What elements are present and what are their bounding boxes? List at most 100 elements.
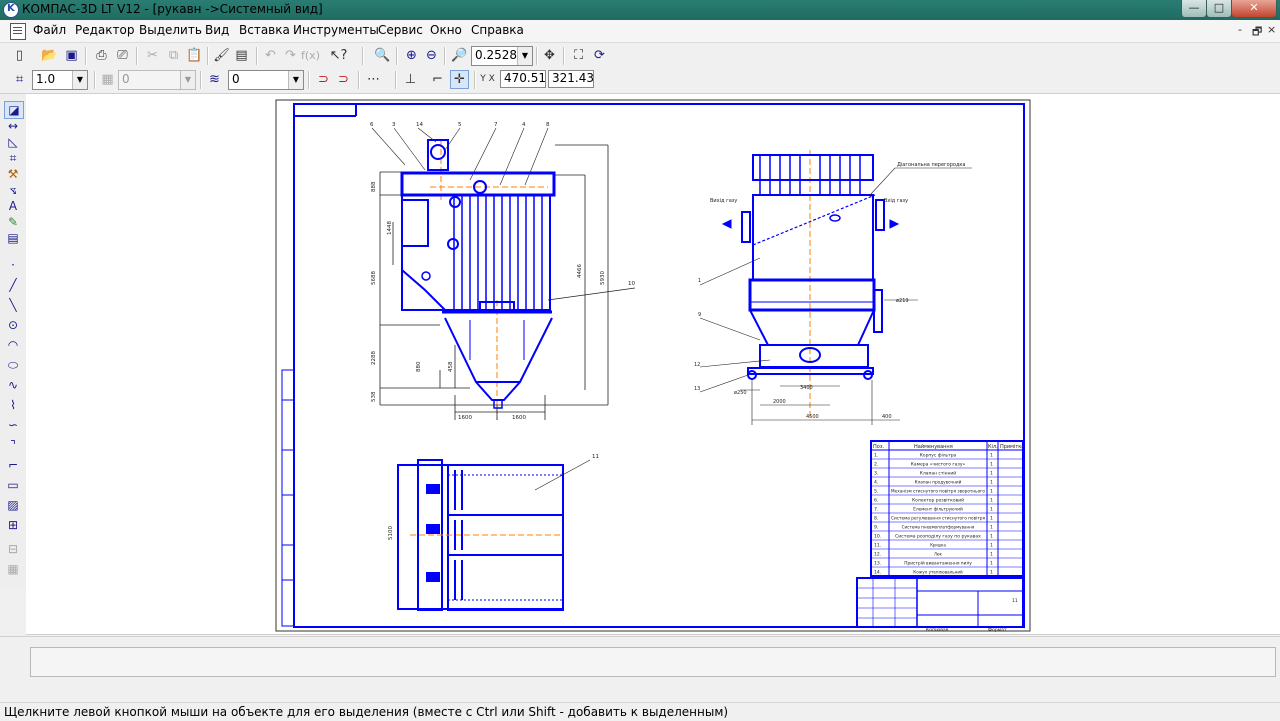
arc-tool-icon[interactable]: ◠ <box>4 337 22 353</box>
spec-panel-icon[interactable]: ✎ <box>4 214 22 230</box>
ellipse-tool-icon[interactable]: ⬭ <box>4 357 22 373</box>
zoom-dropdown-arrow[interactable]: ▼ <box>517 47 532 65</box>
function-icon[interactable]: f(x) <box>301 46 320 65</box>
zoom-out-icon[interactable]: ⊖ <box>422 46 441 65</box>
point-tool-icon[interactable]: · <box>4 257 22 273</box>
show-all-icon[interactable]: ⛶ <box>569 46 588 65</box>
undo-icon[interactable]: ↶ <box>261 46 280 65</box>
layers-icon[interactable]: ≋ <box>205 70 224 89</box>
step-cursor-icon[interactable]: ⌗ <box>10 70 29 89</box>
nurbs-tool-icon[interactable]: ∽ <box>4 417 22 433</box>
coord-y-field[interactable]: 321.43 <box>548 70 594 88</box>
zoom-combo[interactable]: 0.2528 ▼ <box>471 46 533 66</box>
bom-row-position: 10. <box>874 534 881 540</box>
auxiliary-line-icon[interactable]: ╱ <box>4 277 22 293</box>
callout-4: 4 <box>522 122 526 128</box>
edit-panel-icon[interactable]: ⌗ <box>4 150 22 166</box>
fillet-tool-icon[interactable]: ⌐ <box>4 457 22 473</box>
local-snap-icon[interactable]: ⊃ <box>334 70 353 89</box>
print-icon[interactable]: ⎚ <box>113 46 132 65</box>
open-folder-icon[interactable]: 📂 <box>40 46 59 65</box>
menu-insert[interactable]: Вставка <box>239 23 290 37</box>
reports-panel-icon[interactable]: ▤ <box>4 230 22 246</box>
hatch-tool-icon[interactable]: ▨ <box>4 497 22 513</box>
geometry-panel-icon[interactable]: ◪ <box>4 101 24 119</box>
context-help-icon[interactable]: ↖? <box>329 46 348 65</box>
menu-window[interactable]: Окно <box>430 23 462 37</box>
state-dropdown-arrow[interactable]: ▼ <box>180 71 195 89</box>
bom-row-name: Механізм стиснутого повітря зворотнього <box>891 489 985 495</box>
local-cs-icon[interactable]: ⊥ <box>401 70 420 89</box>
contour-tool-icon[interactable]: ⊞ <box>4 517 22 533</box>
paste-icon[interactable]: 📋 <box>185 46 204 65</box>
menu-view[interactable]: Вид <box>205 23 229 37</box>
bom-row-name: Клапан стінний <box>920 470 956 477</box>
properties-field[interactable] <box>30 647 1276 677</box>
round-coords-icon[interactable]: ✛ <box>450 70 469 89</box>
menu-select[interactable]: Выделить <box>139 23 202 37</box>
minimize-button[interactable]: — <box>1181 0 1207 18</box>
bom-row-position: 7. <box>874 507 878 513</box>
bom-row-qty: 1 <box>990 471 993 477</box>
mdi-close-button[interactable]: × <box>1267 23 1276 36</box>
bom-row-name: Люк <box>934 552 942 558</box>
copy-icon[interactable]: ⧉ <box>164 46 183 65</box>
line-scale-combo[interactable]: 1.0 ▼ <box>32 70 88 90</box>
designations-panel-icon[interactable]: ◺ <box>4 134 22 150</box>
svg-text:5930: 5930 <box>600 271 606 285</box>
circle-tool-icon[interactable]: ⊙ <box>4 317 22 333</box>
menu-tools[interactable]: Инструменты <box>293 23 379 37</box>
svg-text:Формат: Формат <box>988 627 1007 633</box>
menu-service[interactable]: Сервис <box>378 23 423 37</box>
mdi-restore-button[interactable]: 🗗 <box>1252 23 1262 42</box>
macro-tool-icon[interactable]: ⊟ <box>4 541 22 557</box>
menu-editor[interactable]: Редактор <box>75 23 134 37</box>
new-document-icon[interactable]: ▯ <box>10 46 29 65</box>
zoom-in-icon[interactable]: ⊕ <box>402 46 421 65</box>
chamfer-tool-icon[interactable]: ⌝ <box>4 437 22 453</box>
select-panel-icon[interactable]: A <box>4 198 22 214</box>
zoom-window-icon[interactable]: 🔍 <box>373 46 392 65</box>
dimensions-panel-icon[interactable]: ↔ <box>4 118 22 134</box>
properties-icon[interactable]: ▤ <box>232 46 251 65</box>
menu-help[interactable]: Справка <box>471 23 524 37</box>
svg-text:Поз.: Поз. <box>873 444 884 450</box>
menu-file[interactable]: Файл <box>33 23 66 37</box>
pan-icon[interactable]: ✥ <box>540 46 559 65</box>
status-hint: Щелкните левой кнопкой мыши на объекте д… <box>4 705 729 719</box>
measure-panel-icon[interactable]: ⦪ <box>4 182 22 198</box>
state-icon[interactable]: ▦ <box>98 70 117 89</box>
dim-1600-left: 1600 <box>458 415 472 421</box>
ortho-icon[interactable]: ⌐ <box>428 70 447 89</box>
zoom-scale-icon[interactable]: 🔎 <box>450 46 469 65</box>
redo-icon[interactable]: ↷ <box>281 46 300 65</box>
snap-magnet-icon[interactable]: ⊃ <box>314 70 333 89</box>
layer-combo[interactable]: 0 ▼ <box>228 70 304 90</box>
segment-tool-icon[interactable]: ╲ <box>4 297 22 313</box>
zoom-value: 0.2528 <box>475 48 517 62</box>
parametrization-panel-icon[interactable]: ⚒ <box>4 166 22 182</box>
rectangle-tool-icon[interactable]: ▭ <box>4 477 22 493</box>
maximize-button[interactable]: □ <box>1206 0 1232 18</box>
coord-x-field[interactable]: 470.519 <box>500 70 546 88</box>
svg-text:ø219: ø219 <box>896 298 909 304</box>
polyline-tool-icon[interactable]: ∿ <box>4 377 22 393</box>
refresh-icon[interactable]: ⟳ <box>590 46 609 65</box>
collection-tool-icon[interactable]: ▦ <box>4 561 22 577</box>
state-combo[interactable]: 0 ▼ <box>118 70 196 90</box>
bom-row-qty: 1 <box>990 462 993 468</box>
save-icon[interactable]: ▣ <box>62 46 81 65</box>
grid-icon[interactable]: ⋯ <box>364 70 383 89</box>
close-button[interactable]: ✕ <box>1231 0 1277 18</box>
line-scale-dropdown-arrow[interactable]: ▼ <box>72 71 87 89</box>
equidistant-tool-icon[interactable]: ⌇ <box>4 397 22 413</box>
print-preview-icon[interactable]: ⎙ <box>92 46 111 65</box>
cut-icon[interactable]: ✂ <box>143 46 162 65</box>
layer-dropdown-arrow[interactable]: ▼ <box>288 71 303 89</box>
drawing-canvas[interactable]: 6 3 14 5 7 4 8 10 1600 1600 888 1448 568… <box>26 94 1280 635</box>
document-icon[interactable] <box>10 23 26 40</box>
mdi-minimize-button[interactable]: - <box>1238 23 1242 36</box>
bom-row-qty: 1 <box>990 516 993 522</box>
kompas-app-icon[interactable] <box>3 2 19 18</box>
format-painter-icon[interactable]: 🖌 <box>212 46 231 65</box>
